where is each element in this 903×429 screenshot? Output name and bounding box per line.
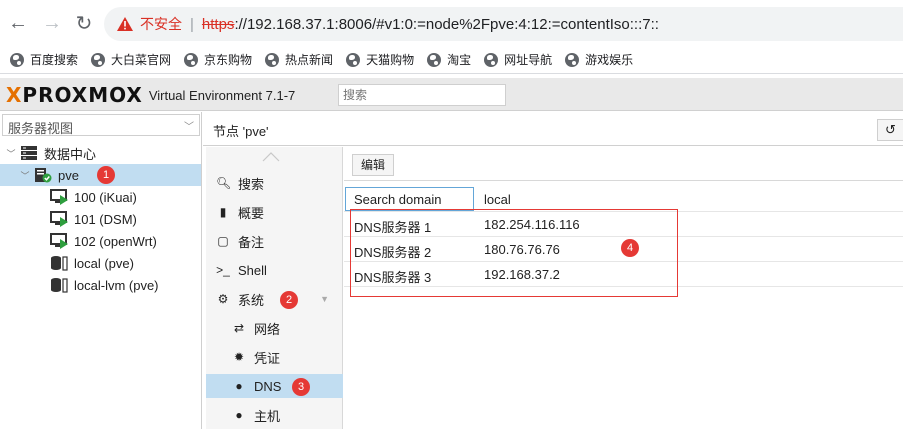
- globe-icon: [565, 52, 580, 67]
- bookmark-item[interactable]: 百度搜索: [10, 51, 78, 68]
- edit-button[interactable]: 编辑: [352, 154, 394, 176]
- node-submenu: 🔍︎ 搜索 ▮ 概要 ▢ 备注 >_ Shell ⚙ 系统 ▼ ⇄ 网络 ✹ 凭证 ● DNS …: [206, 147, 343, 429]
- nav-item-system[interactable]: ⚙ 系统 ▼: [206, 287, 343, 311]
- globe-icon: ●: [235, 408, 243, 422]
- url-text: ://192.168.37.1:8006/#v1:0:=node%2Fpve:4…: [234, 15, 659, 33]
- page-title: 节点 'pve' ↺: [203, 112, 903, 146]
- collapse-triangle-icon[interactable]: ▼: [320, 294, 329, 304]
- product-version: Virtual Environment 7.1-7: [148, 87, 296, 103]
- bookmark-item[interactable]: 淘宝: [427, 51, 471, 68]
- annotation-badge-3: 3: [292, 378, 310, 396]
- globe-icon: [484, 52, 499, 67]
- reload-button[interactable]: ↺: [877, 119, 903, 141]
- annotation-badge-4: 4: [621, 239, 639, 257]
- nav-item-summary[interactable]: ▮ 概要: [206, 200, 343, 224]
- tree-item-storage[interactable]: local (pve): [50, 252, 134, 274]
- storage-database-icon: [51, 278, 68, 293]
- vm-monitor-running-icon: [50, 233, 68, 249]
- book-icon: ▮: [219, 205, 227, 219]
- storage-database-icon: [51, 256, 68, 271]
- bookmark-item[interactable]: 网址导航: [484, 51, 552, 68]
- nav-item-hosts[interactable]: ● 主机: [206, 403, 343, 427]
- nav-item-shell[interactable]: >_ Shell: [206, 258, 343, 282]
- search-icon: 🔍︎: [216, 176, 232, 190]
- certificate-icon: ✹: [233, 350, 245, 364]
- browser-address-bar: ← → ↻ 不安全 | https ://192.168.37.1:8006/#…: [0, 0, 903, 46]
- chevron-down-icon[interactable]: ﹀: [20, 169, 30, 182]
- warning-triangle-icon: [117, 17, 133, 31]
- view-selector[interactable]: 服务器视图 ﹀: [2, 114, 200, 136]
- globe-icon: ●: [235, 379, 243, 393]
- notes-icon: ▢: [217, 234, 229, 248]
- globe-icon: [10, 52, 24, 67]
- exchange-arrows-icon: ⇄: [233, 321, 245, 335]
- tree-item-vm[interactable]: 101 (DSM): [50, 208, 137, 230]
- bookmark-item[interactable]: 游戏娱乐: [565, 51, 633, 68]
- terminal-icon: >_: [216, 263, 230, 277]
- bookmarks-bar: 百度搜索 大白菜官网 京东购物 热点新闻 天猫购物 淘宝 网址导航 游戏娱乐: [0, 46, 903, 74]
- nav-item-network[interactable]: ⇄ 网络: [206, 316, 343, 340]
- nav-item-dns[interactable]: ● DNS: [206, 374, 343, 398]
- annotation-badge-2: 2: [280, 291, 298, 309]
- globe-icon: [91, 52, 106, 67]
- url-scheme: https: [201, 15, 235, 33]
- chevron-down-icon: ﹀: [184, 122, 194, 133]
- bookmark-item[interactable]: 大白菜官网: [91, 51, 171, 68]
- globe-icon: [184, 52, 199, 67]
- server-rack-icon: [21, 146, 37, 160]
- back-arrow-icon[interactable]: ←: [6, 11, 30, 35]
- header-search-input[interactable]: [338, 84, 506, 106]
- node-server-icon: [35, 168, 52, 183]
- tree-item-datacenter[interactable]: ﹀ 数据中心: [6, 142, 96, 164]
- vm-monitor-running-icon: [50, 211, 68, 227]
- dns-toolbar: 编辑: [344, 147, 903, 181]
- annotation-badge-1: 1: [97, 166, 115, 184]
- proxmox-logo: XPROXMOX Virtual Environment 7.1-7: [6, 83, 296, 107]
- nav-item-notes[interactable]: ▢ 备注: [206, 229, 343, 253]
- bookmark-item[interactable]: 热点新闻: [265, 51, 333, 68]
- chevron-down-icon[interactable]: ﹀: [6, 147, 16, 160]
- reload-icon[interactable]: ↻: [72, 11, 96, 35]
- scroll-up-chevron-icon[interactable]: [262, 152, 280, 162]
- globe-icon: [427, 52, 442, 67]
- bookmark-item[interactable]: 京东购物: [184, 51, 252, 68]
- insecure-label: 不安全: [140, 16, 182, 32]
- globe-icon: [346, 52, 361, 67]
- url-divider: |: [190, 15, 194, 33]
- globe-icon: [265, 52, 280, 67]
- nav-item-search[interactable]: 🔍︎ 搜索: [206, 171, 343, 195]
- tree-item-storage[interactable]: local-lvm (pve): [50, 274, 159, 296]
- vm-monitor-running-icon: [50, 189, 68, 205]
- tree-item-vm[interactable]: 100 (iKuai): [50, 186, 137, 208]
- forward-arrow-icon[interactable]: →: [40, 11, 64, 35]
- proxmox-header: XPROXMOX Virtual Environment 7.1-7: [0, 78, 903, 111]
- url-field[interactable]: 不安全 | https ://192.168.37.1:8006/#v1:0:=…: [104, 7, 903, 41]
- nav-item-certificates[interactable]: ✹ 凭证: [206, 345, 343, 369]
- resource-tree-panel: 服务器视图 ﹀ ﹀ 数据中心 ﹀ pve 100 (iKuai) 101 (DS…: [0, 112, 202, 429]
- bookmark-item[interactable]: 天猫购物: [346, 51, 414, 68]
- tree-item-vm[interactable]: 102 (openWrt): [50, 230, 157, 252]
- refresh-icon: ↺: [885, 122, 896, 137]
- gears-icon: ⚙: [217, 292, 229, 306]
